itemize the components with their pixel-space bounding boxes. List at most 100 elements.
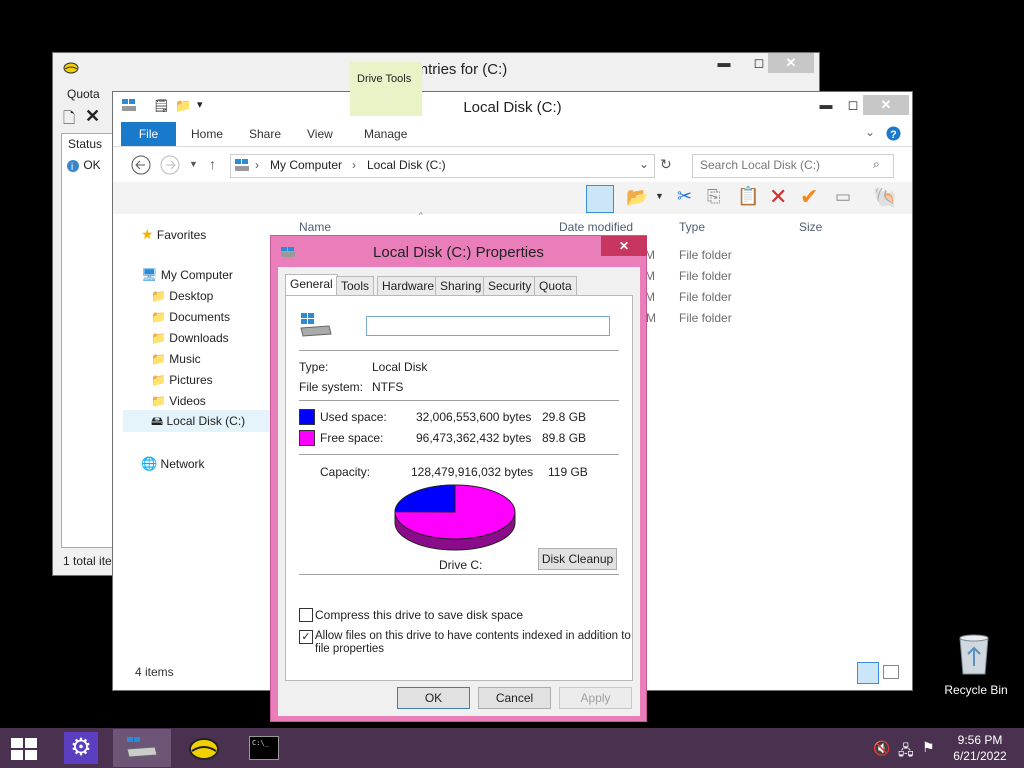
row-type: File folder [679,269,732,283]
file-row[interactable]: M File folder [645,248,845,262]
quota-list[interactable]: Status i OK [61,133,119,548]
nav-item-documents[interactable]: 📁 Documents [151,310,230,324]
checkmark-icon[interactable]: ✔ [800,184,818,210]
nav-item-label: Desktop [169,289,214,303]
nav-item-desktop[interactable]: 📁 Desktop [151,289,213,303]
svg-text:i: i [71,162,73,173]
file-row[interactable]: M File folder [645,269,845,283]
column-header-date[interactable]: Date modified [559,220,633,234]
tab-manage[interactable]: Manage [364,127,407,141]
taskbar-explorer[interactable] [113,729,171,767]
tab-file[interactable]: File [121,122,176,146]
preview-pane-icon[interactable] [586,185,614,213]
file-row[interactable]: PM File folder [638,311,845,325]
divider [299,400,619,401]
up-arrow-icon[interactable]: ↑ [209,156,216,172]
type-label: Type: [299,360,329,374]
nav-item-music[interactable]: 📁 Music [151,352,201,366]
delete-icon[interactable]: ✕ [85,106,100,127]
tab-tools[interactable]: Tools [336,276,375,296]
new-entry-icon[interactable]: 🗋 [63,108,75,133]
flag-icon[interactable]: ⚑ [922,739,935,756]
minimize-button[interactable]: ▬ [708,53,740,73]
shell-icon[interactable]: 🐚 [873,185,898,210]
forward-button[interactable] [159,154,181,179]
quota-entry-row[interactable]: i OK [66,158,101,173]
nav-item-local-disk[interactable]: 🖴 Local Disk (C:) [123,410,271,432]
large-icons-view-icon[interactable] [883,665,899,679]
cancel-button[interactable]: Cancel [478,687,551,709]
close-button[interactable]: ✕ [768,53,814,73]
column-header-type[interactable]: Type [679,220,705,234]
compress-checkbox[interactable] [299,608,313,622]
drive-label-input[interactable] [366,316,610,336]
tab-security[interactable]: Security [483,276,537,296]
tab-view[interactable]: View [307,127,333,141]
tab-home[interactable]: Home [191,127,223,141]
nav-favorites[interactable]: ★ Favorites [141,226,206,243]
folder-icon: 📁 [151,373,166,387]
delete-icon[interactable]: ✕ [769,184,787,210]
nav-item-videos[interactable]: 📁 Videos [151,394,206,408]
address-dropdown-icon[interactable]: ⌄ [639,157,649,171]
details-view-icon[interactable] [857,662,879,684]
disk-cleanup-button[interactable]: Disk Cleanup [538,548,617,570]
clock-time[interactable]: 9:56 PM [948,733,1012,747]
rename-icon[interactable]: ▭ [835,187,851,207]
column-header-size[interactable]: Size [799,220,822,234]
network-tray-icon[interactable]: 🖧 [898,740,914,764]
nav-item-pictures[interactable]: 📁 Pictures [151,373,213,387]
folder-icon: 📁 [151,310,166,324]
clock-date[interactable]: 6/21/2022 [948,749,1012,763]
open-dropdown-icon[interactable]: ▼ [655,191,664,201]
recycle-bin-shortcut[interactable]: Recycle Bin [940,630,1012,700]
tab-sharing[interactable]: Sharing [435,276,487,296]
refresh-icon[interactable]: ↻ [660,156,672,173]
quota-app-icon [189,738,219,760]
explorer-titlebar[interactable]: 🗒 📁 ▾ Drive Tools Local Disk (C:) ▬ ◻ ✕ [113,62,912,122]
nav-item-downloads[interactable]: 📁 Downloads [151,331,229,345]
close-button[interactable]: ✕ [863,95,909,115]
divider [299,454,619,455]
open-with-icon[interactable]: 📂 [626,187,648,208]
tab-hardware[interactable]: Hardware [377,276,440,296]
items-count: 4 items [135,665,174,679]
quota-titlebar[interactable]: Quota Entries for (C:) ▬ ◻ ✕ [53,53,819,85]
used-space-gb: 29.8 GB [542,410,587,424]
file-row[interactable]: M File folder [645,290,845,304]
column-header-name[interactable]: Name [299,220,331,234]
column-header-status[interactable]: Status [68,137,102,151]
search-input[interactable]: Search Local Disk (C:) ⌕ [692,154,894,178]
chevron-down-icon[interactable]: ⌄ [865,125,875,139]
back-button[interactable] [130,154,152,179]
copy-icon[interactable]: ⎘ [707,187,721,207]
close-button[interactable]: ✕ [601,236,647,256]
ok-button[interactable]: OK [397,687,470,709]
breadcrumb-my-computer[interactable]: My Computer [270,158,342,172]
file-system-label: File system: [299,380,364,394]
paste-icon[interactable]: 📋 [737,186,759,207]
apply-button[interactable]: Apply [559,687,632,709]
nav-my-computer[interactable]: 🖥 My Computer [141,267,233,283]
taskbar-quota[interactable] [174,729,232,767]
cut-icon[interactable]: ✂ [677,186,692,207]
speaker-muted-icon[interactable]: 🔇 [873,740,890,757]
tab-quota[interactable]: Quota [534,276,577,296]
recent-locations-icon[interactable]: ▼ [189,159,198,169]
start-button[interactable] [0,729,48,767]
search-icon[interactable]: ⌕ [873,157,880,172]
taskbar-command-prompt[interactable]: C:\_ [235,729,293,767]
properties-dialog: Local Disk (C:) Properties ✕ General Too… [270,235,647,722]
tab-general[interactable]: General [285,274,338,297]
menu-quota[interactable]: Quota [67,87,100,101]
index-checkbox[interactable]: ✓ [299,630,313,644]
taskbar-settings[interactable]: ⚙ [52,729,110,767]
breadcrumb-local-disk[interactable]: Local Disk (C:) [367,158,446,172]
recycle-bin-label: Recycle Bin [944,683,1008,697]
tab-share[interactable]: Share [249,127,281,141]
used-space-label: Used space: [320,410,387,424]
nav-network[interactable]: 🌐 Network [141,456,205,472]
nav-item-label: Documents [169,310,230,324]
address-bar[interactable]: › My Computer › Local Disk (C:) ⌄ [230,154,655,178]
help-icon[interactable]: ? [886,126,901,141]
